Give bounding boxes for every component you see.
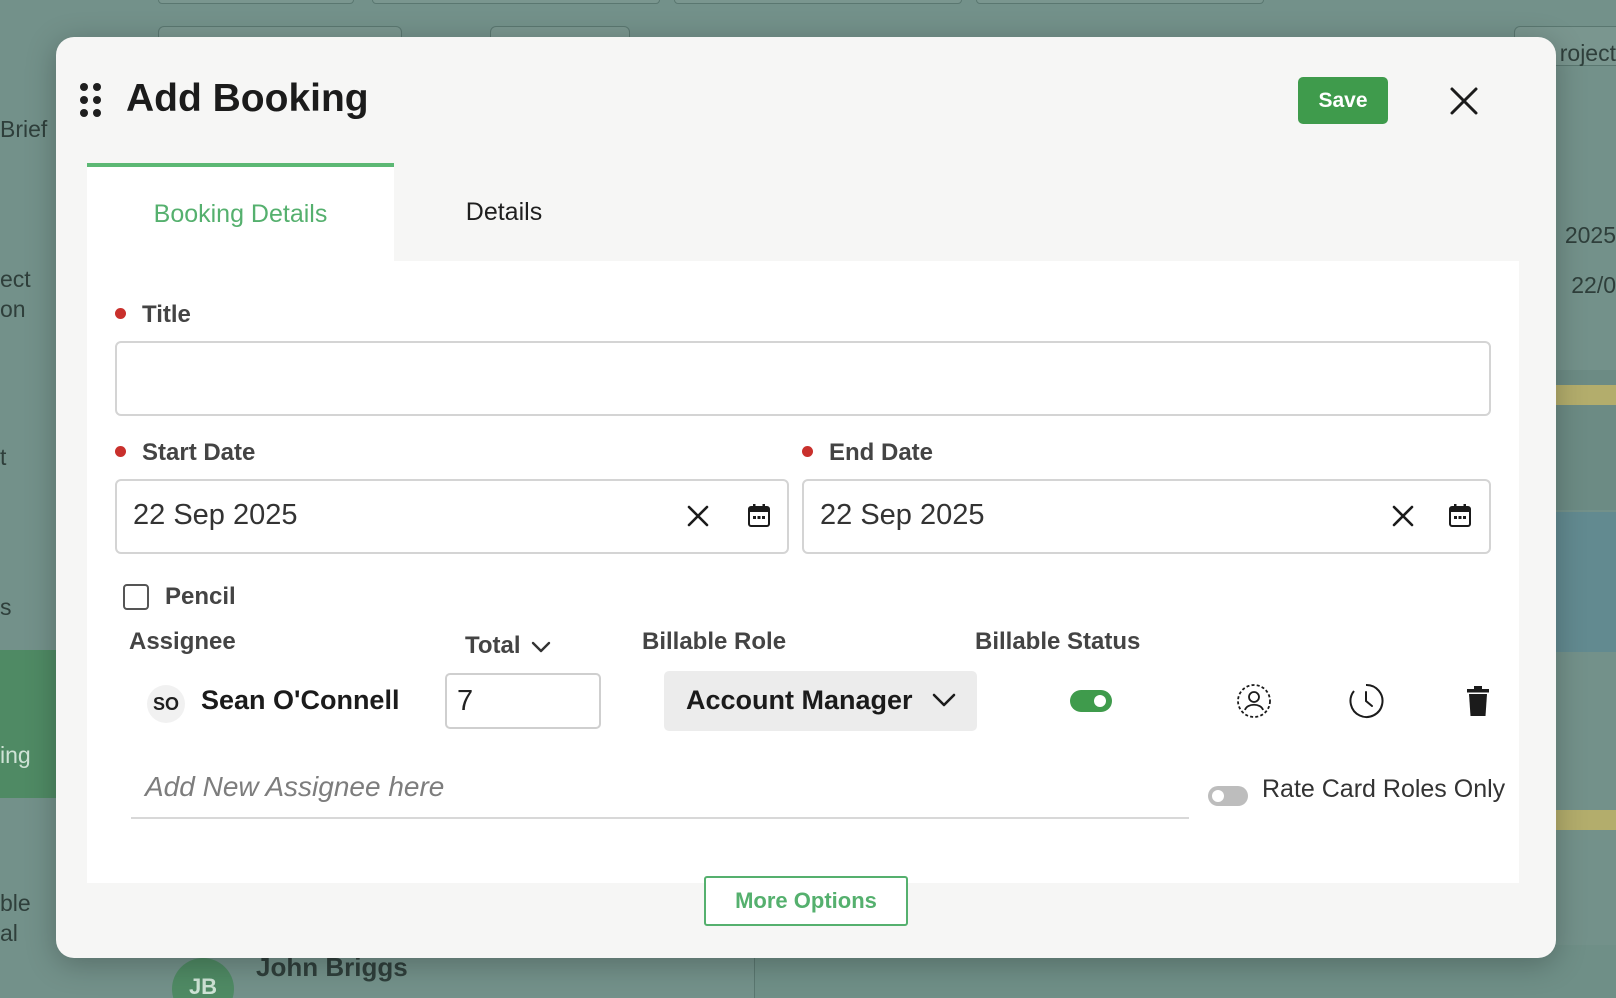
add-booking-modal: Add Booking Save Booking Details Details…: [56, 37, 1556, 958]
total-hours-value: 7: [457, 685, 474, 717]
bg-right-label: 22/0: [1571, 272, 1616, 298]
add-assignee-input[interactable]: Add New Assignee here: [131, 761, 1189, 819]
end-date-input[interactable]: 22 Sep 2025: [802, 479, 1491, 554]
title-label: Title: [115, 301, 191, 329]
pencil-label: Pencil: [165, 583, 236, 610]
billable-role-value: Account Manager: [686, 685, 913, 715]
billable-role-header: Billable Role: [642, 628, 787, 655]
chevron-down-icon: [532, 641, 551, 652]
bg-left-label: ect: [0, 266, 31, 292]
avatar: SO: [147, 685, 185, 723]
start-date-input[interactable]: 22 Sep 2025: [115, 479, 789, 554]
calendar-icon[interactable]: [1448, 503, 1472, 529]
end-date-label: End Date: [802, 439, 933, 467]
bg-right-label: roject: [1559, 40, 1616, 66]
tab-details[interactable]: Details: [394, 163, 614, 261]
bg-left-label: s: [0, 594, 12, 620]
start-date-label: Start Date: [115, 439, 255, 467]
modal-header: Add Booking Save: [56, 37, 1556, 157]
bg-left-label: al: [0, 920, 18, 946]
clear-icon[interactable]: [1390, 503, 1416, 529]
billable-status-header: Billable Status: [975, 628, 1141, 655]
clock-icon[interactable]: [1348, 683, 1384, 719]
trash-icon[interactable]: [1460, 683, 1496, 719]
bg-left-label: on: [0, 296, 26, 322]
close-icon[interactable]: [1448, 85, 1480, 117]
chevron-down-icon: [932, 693, 956, 707]
pencil-checkbox[interactable]: [123, 584, 149, 610]
rate-card-roles-label: Rate Card Roles Only: [1262, 775, 1506, 803]
title-input[interactable]: [115, 341, 1491, 416]
bg-left-label: ing: [0, 742, 31, 768]
bg-avatar: JB: [172, 958, 234, 998]
rate-card-roles-toggle[interactable]: [1208, 786, 1248, 806]
bg-left-label: ble: [0, 890, 31, 916]
clear-icon[interactable]: [685, 503, 711, 529]
drag-handle-icon[interactable]: [80, 83, 104, 117]
end-date-label-text: End Date: [829, 439, 934, 466]
bg-left-label: Brief: [0, 116, 48, 142]
more-options-button[interactable]: More Options: [704, 876, 908, 926]
total-hours-input[interactable]: 7: [445, 673, 601, 729]
required-indicator: [115, 308, 126, 320]
user-role-icon[interactable]: [1236, 683, 1272, 719]
bg-tab: [674, 0, 962, 4]
start-date-value: 22 Sep 2025: [133, 499, 298, 531]
bg-selected-row: ing: [0, 650, 60, 798]
total-header-text: Total: [465, 632, 521, 659]
required-indicator: [115, 446, 126, 458]
bg-right-label: 2025: [1564, 222, 1616, 248]
bg-left-label: t: [0, 444, 7, 470]
booking-details-panel: Title Start Date 22 Sep 2025 End Date 22…: [87, 261, 1519, 883]
save-button[interactable]: Save: [1298, 77, 1388, 124]
start-date-label-text: Start Date: [142, 439, 256, 466]
billable-role-select[interactable]: Account Manager: [664, 671, 977, 731]
modal-title: Add Booking: [126, 77, 369, 120]
required-indicator: [802, 446, 813, 458]
add-assignee-placeholder: Add New Assignee here: [145, 771, 445, 802]
bg-tab: [372, 0, 660, 4]
end-date-value: 22 Sep 2025: [820, 499, 985, 531]
tab-booking-details[interactable]: Booking Details: [87, 163, 394, 261]
title-label-text: Title: [142, 301, 191, 328]
total-header[interactable]: Total: [465, 632, 551, 660]
calendar-icon[interactable]: [747, 503, 771, 529]
bg-tab: [158, 0, 354, 4]
assignee-name: Sean O'Connell: [201, 685, 400, 715]
billable-status-toggle[interactable]: [1070, 690, 1112, 712]
assignee-header: Assignee: [129, 628, 236, 655]
bg-tab: [976, 0, 1264, 4]
